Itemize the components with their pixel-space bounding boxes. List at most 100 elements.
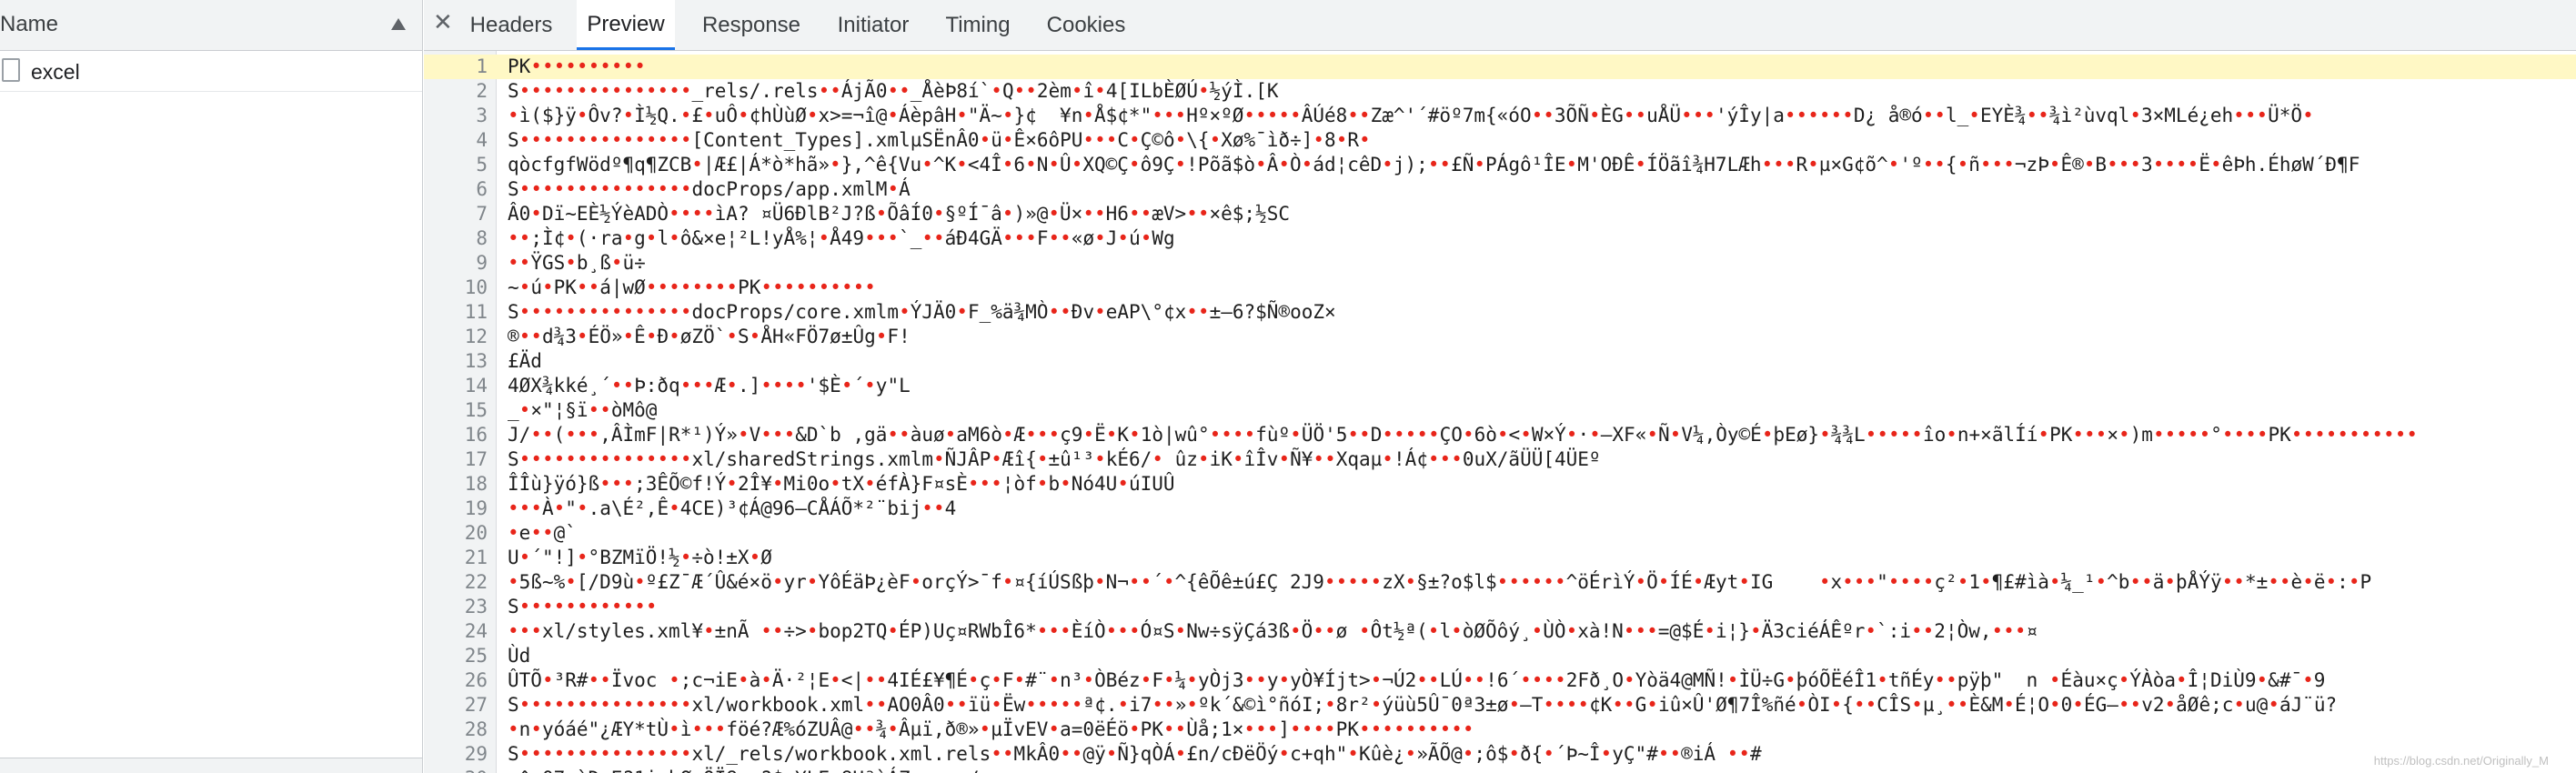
code-text: •ì($}ÿ•Ôv?•Ì½Q.•£•uÔ•¢hÙùØ•x>=¬î@•ÁèpâH•… — [508, 105, 2314, 126]
request-list-panel: Name excel — [0, 0, 423, 773]
code-line: 7 Â0•Dï~EÈ½ÝèADÒ••••ìA? ¤Ü6ÐlB²J?ß•ÕâÍ0•§… — [424, 202, 2576, 226]
line-number: 7 — [476, 203, 488, 225]
code-line: 19 •••À•"•.a\É²,Ê•4CE)³¢Á@96–CÅÁÕ*²¨bij••… — [424, 497, 2576, 521]
code-line: 17 S•••••••••••••••xl/sharedStrings.xmlm•… — [424, 447, 2576, 472]
line-number: 16 — [464, 424, 488, 446]
code-line: 11 S•••••••••••••••docProps/core.xmlm•ÝJÄ… — [424, 300, 2576, 325]
request-name[interactable]: excel — [31, 60, 80, 85]
name-column-label: Name — [0, 12, 59, 36]
code-text: 4ØX¾kké¸´••Þ:ðq•••Æ•.]••••'$È•´•y"L — [508, 375, 911, 397]
code-text: ••;Ì¢•(·ra•g•l•ô&×e¦²L!yÅ%¦•Å49•••`_••áÐ… — [508, 227, 1175, 249]
code-line: 24 •••xl/styles.xml¥•±nÃ ••÷>•bop2TQ•ÉP)U… — [424, 619, 2576, 644]
code-line: 12 ®••d¾3•ÉÖ»•Ê•Ð•øZÖ`•S•ÅH«FÖ7ø±Ûg•F! — [424, 325, 2576, 349]
line-number: 27 — [464, 694, 488, 716]
code-line: 9 ••ŸGS•b¸ß•ü÷ — [424, 251, 2576, 276]
line-number: 19 — [464, 497, 488, 519]
tab-response[interactable]: Response — [693, 0, 810, 50]
tab-headers[interactable]: Headers — [464, 0, 558, 50]
code-text: Â0•Dï~EÈ½ÝèADÒ••••ìA? ¤Ü6ÐlB²J?ß•ÕâÍ0•§º… — [508, 203, 1291, 225]
code-text: £Äd — [508, 350, 542, 372]
document-icon — [2, 58, 20, 82]
code-line: 8 ••;Ì¢•(·ra•g•l•ô&×e¦²L!yÅ%¦•Å49•••`_••á… — [424, 226, 2576, 251]
line-number: 2 — [476, 80, 488, 102]
code-text: PK•••••••••• — [508, 55, 646, 77]
line-number: 28 — [464, 718, 488, 740]
code-line: 30 •^÷07÷`D=E?1i•bØnÖÏ8y•?$•YLE•8HªùÁZ g/ — [424, 767, 2576, 773]
line-number: 18 — [464, 473, 488, 495]
line-number: 17 — [464, 448, 488, 470]
code-text: ÛTÕ•³R#••Ïvoc •;c¬iE•à•Ä·²¦E•<|••4IÉ£¥¶É… — [508, 669, 2326, 691]
code-text: •5ß~%•[/D9ù•º£Z¯Æ´Û&é×ö•yr•YôÉäÞ¿èF•orçÝ… — [508, 571, 2372, 593]
line-number: 14 — [464, 375, 488, 397]
line-number: 3 — [476, 105, 488, 126]
line-number: 12 — [464, 326, 488, 347]
sort-ascending-icon[interactable] — [391, 18, 406, 30]
status-bar — [0, 758, 422, 773]
code-text: S•••••••••••••••_rels/.rels••ÁjÃ0••_ÅèÞ8… — [508, 80, 1279, 102]
code-text: Ùd — [508, 645, 531, 667]
code-line: 6 S•••••••••••••••docProps/app.xmlM•Á — [424, 177, 2576, 202]
code-text: _•×"¦§ï••òMô@ — [508, 399, 658, 421]
code-text: U•´"!]•°BZMïÖ!½•÷ò!±X•Ø — [508, 547, 772, 568]
code-text: •••xl/styles.xml¥•±nÃ ••÷>•bop2TQ•ÉP)Uç¤… — [508, 620, 2038, 642]
code-text: S•••••••••••••••docProps/core.xmlm•ÝJÄ0•… — [508, 301, 1336, 323]
line-number: 11 — [464, 301, 488, 323]
code-text: S•••••••••••• — [508, 596, 658, 617]
code-line: 2 S•••••••••••••••_rels/.rels••ÁjÃ0••_ÅèÞ… — [424, 79, 2576, 104]
watermark-text: https://blog.csdn.net/Originally_M — [2373, 754, 2549, 768]
code-line: 21 U•´"!]•°BZMïÖ!½•÷ò!±X•Ø — [424, 546, 2576, 570]
line-number: 13 — [464, 350, 488, 372]
line-number: 24 — [464, 620, 488, 642]
code-text: ~•ú•PK••á|wØ••••••••PK•••••••••• — [508, 276, 876, 298]
code-line: 13 £Äd — [424, 349, 2576, 374]
code-text: •e••@` — [508, 522, 577, 544]
tab-cookies[interactable]: Cookies — [1037, 0, 1135, 50]
preview-lines: 1 PK•••••••••• 2 S•••••••••••••••_rels/.rel… — [424, 55, 2576, 773]
preview-code-viewer[interactable]: 1 PK•••••••••• 2 S•••••••••••••••_rels/.rel… — [424, 51, 2576, 773]
code-line: 5 qòcfgfWödº¶q¶ZCB•|Æ£|Á*ò*hã»•},^ê{Vu•^K… — [424, 153, 2576, 177]
tab-preview[interactable]: Preview — [577, 0, 675, 50]
code-line: 25 Ùd — [424, 644, 2576, 668]
code-text: •^÷07÷`D=E?1i•bØnÖÏ8y•?$•YLE•8HªùÁZ g/ — [508, 767, 979, 773]
code-text: ••ŸGS•b¸ß•ü÷ — [508, 252, 646, 274]
line-number: 23 — [464, 596, 488, 617]
line-number: 10 — [464, 276, 488, 298]
code-line: 26 ÛTÕ•³R#••Ïvoc •;c¬iE•à•Ä·²¦E•<|••4IÉ£¥… — [424, 668, 2576, 693]
line-number: 20 — [464, 522, 488, 544]
code-line: 4 S•••••••••••••••[Content_Types].xmlµSËn… — [424, 128, 2576, 153]
tab-initiator[interactable]: Initiator — [828, 0, 919, 50]
code-text: S•••••••••••••••xl/sharedStrings.xmlm•ÑJ… — [508, 448, 1601, 470]
code-line: 23 S•••••••••••• — [424, 595, 2576, 619]
line-number: 21 — [464, 547, 488, 568]
code-text: •n•yóáé"¿ÆY*tÙ•ì•••föé?Æ%óZUÂ@••¾•Âµï,ð®… — [508, 718, 1474, 740]
code-line: 1 PK•••••••••• — [424, 55, 2576, 79]
name-column-header[interactable]: Name — [0, 0, 422, 51]
line-number: 22 — [464, 571, 488, 593]
code-line: 16 J/••(•••,ÂÌmF|R*¹)Ý»•V•••&D`b ,gä••àuø… — [424, 423, 2576, 447]
code-line: 15 _•×"¦§ï••òMô@ — [424, 398, 2576, 423]
code-line: 28 •n•yóáé"¿ÆY*tÙ•ì•••föé?Æ%óZUÂ@••¾•Âµï,… — [424, 718, 2576, 742]
line-number: 29 — [464, 743, 488, 765]
line-number: 30 — [424, 767, 488, 773]
code-line: 10 ~•ú•PK••á|wØ••••••••PK•••••••••• — [424, 276, 2576, 300]
detail-tab-bar: ✕ Headers Preview Response Initiator Tim… — [424, 0, 2576, 51]
code-line: 20 •e••@` — [424, 521, 2576, 546]
line-number: 8 — [476, 227, 488, 249]
line-number: 15 — [464, 399, 488, 421]
code-text: J/••(•••,ÂÌmF|R*¹)Ý»•V•••&D`b ,gä••àuø•a… — [508, 424, 2419, 446]
code-text: S•••••••••••••••xl/_rels/workbook.xml.re… — [508, 743, 1762, 765]
code-line: 22 •5ß~%•[/D9ù•º£Z¯Æ´Û&é×ö•yr•YôÉäÞ¿èF•or… — [424, 570, 2576, 595]
code-text: S•••••••••••••••xl/workbook.xml••AO0Â0••… — [508, 694, 2338, 716]
code-text: •••À•"•.a\É²,Ê•4CE)³¢Á@96–CÅÁÕ*²¨bij••4 — [508, 497, 957, 519]
code-line: 27 S•••••••••••••••xl/workbook.xml••AO0Â0… — [424, 693, 2576, 718]
line-number: 26 — [464, 669, 488, 691]
tab-timing[interactable]: Timing — [937, 0, 1019, 50]
line-number: 1 — [476, 55, 488, 77]
code-line: 3 •ì($}ÿ•Ôv?•Ì½Q.•£•uÔ•¢hÙùØ•x>=¬î@•ÁèpâH… — [424, 104, 2576, 128]
line-number: 5 — [476, 154, 488, 176]
code-text: S•••••••••••••••[Content_Types].xmlµSËnÂ… — [508, 129, 1371, 151]
line-number: 6 — [476, 178, 488, 200]
close-icon[interactable]: ✕ — [433, 9, 453, 36]
line-number: 25 — [464, 645, 488, 667]
code-text: qòcfgfWödº¶q¶ZCB•|Æ£|Á*ò*hã»•},^ê{Vu•^K•… — [508, 154, 2360, 176]
